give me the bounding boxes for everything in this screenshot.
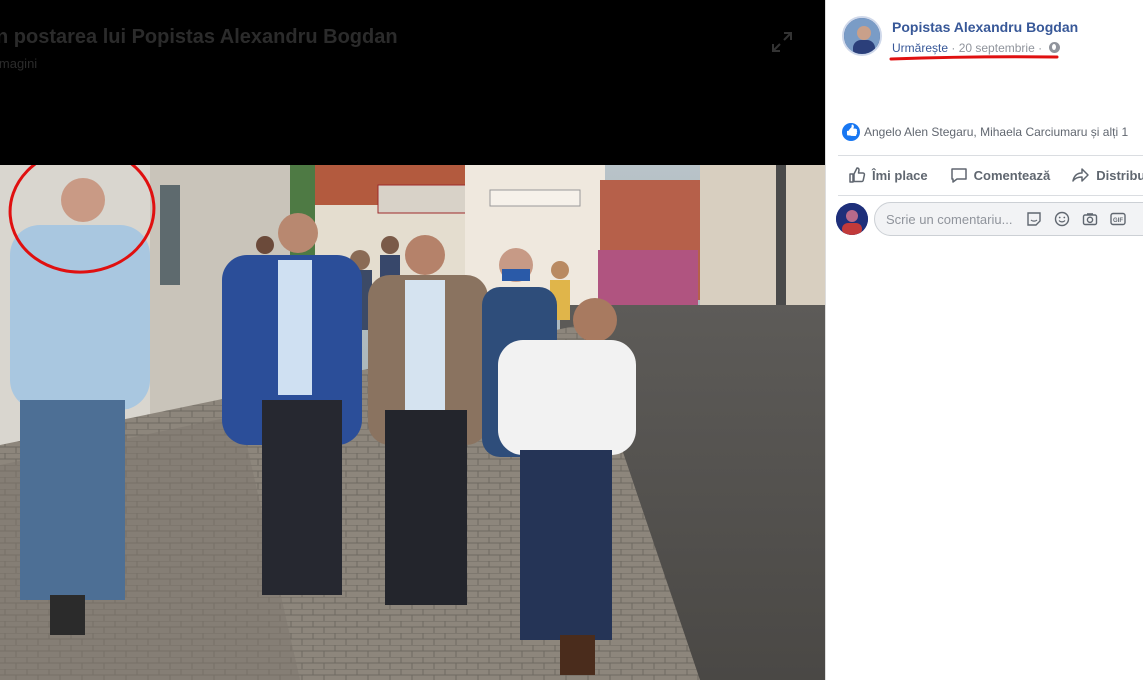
share-icon	[1072, 168, 1089, 182]
share-label: Distribuie	[1096, 167, 1143, 183]
emoji-icon[interactable]	[1054, 211, 1070, 227]
post-panel: Popistas Alexandru Bogdan Urmărește · 20…	[825, 0, 1143, 680]
author-name[interactable]: Popistas Alexandru Bogdan	[892, 19, 1078, 35]
camera-icon[interactable]	[1082, 211, 1098, 227]
post-photo[interactable]	[0, 165, 825, 680]
meta-separator: ·	[951, 41, 956, 55]
share-button[interactable]: Distribuie	[1072, 160, 1143, 190]
comment-input[interactable]: Scrie un comentariu... GIF	[874, 202, 1143, 236]
red-annotation-underline	[889, 55, 1059, 61]
meta-separator: ·	[1038, 41, 1043, 55]
expand-icon[interactable]	[770, 30, 794, 54]
like-button[interactable]: Îmi place	[848, 160, 928, 190]
current-user-avatar[interactable]	[836, 203, 868, 235]
divider	[838, 155, 1143, 156]
like-icon	[849, 167, 866, 183]
divider	[838, 195, 1143, 196]
comment-button[interactable]: Comentează	[950, 160, 1051, 190]
sticker-icon[interactable]	[1026, 211, 1042, 227]
post-date[interactable]: 20 septembrie	[959, 41, 1035, 55]
svg-text:GIF: GIF	[1113, 218, 1123, 224]
post-actions: Îmi place Comentează Distribuie	[848, 160, 1143, 190]
gif-icon[interactable]: GIF	[1110, 211, 1127, 227]
reactions-summary[interactable]: Angelo Alen Stegaru, Mihaela Carciumaru …	[842, 123, 1128, 141]
comment-icon	[950, 168, 967, 183]
viewer-subtitle[interactable]: lmagini	[0, 56, 37, 71]
author-avatar[interactable]	[842, 16, 882, 56]
like-label: Îmi place	[872, 167, 928, 183]
comment-label: Comentează	[973, 167, 1051, 183]
viewer-title: n postarea lui Popistas Alexandru Bogdan	[0, 26, 398, 48]
post-meta: Urmărește · 20 septembrie ·	[892, 41, 1061, 55]
comment-composer: Scrie un comentariu... GIF	[836, 202, 1143, 236]
photo-viewer: n postarea lui Popistas Alexandru Bogdan…	[0, 0, 825, 680]
like-reaction-icon	[842, 123, 860, 141]
reactions-text: Angelo Alen Stegaru, Mihaela Carciumaru …	[864, 125, 1129, 139]
follow-link[interactable]: Urmărește	[892, 41, 948, 55]
globe-icon	[1049, 42, 1061, 53]
comment-placeholder: Scrie un comentariu...	[886, 211, 1013, 227]
